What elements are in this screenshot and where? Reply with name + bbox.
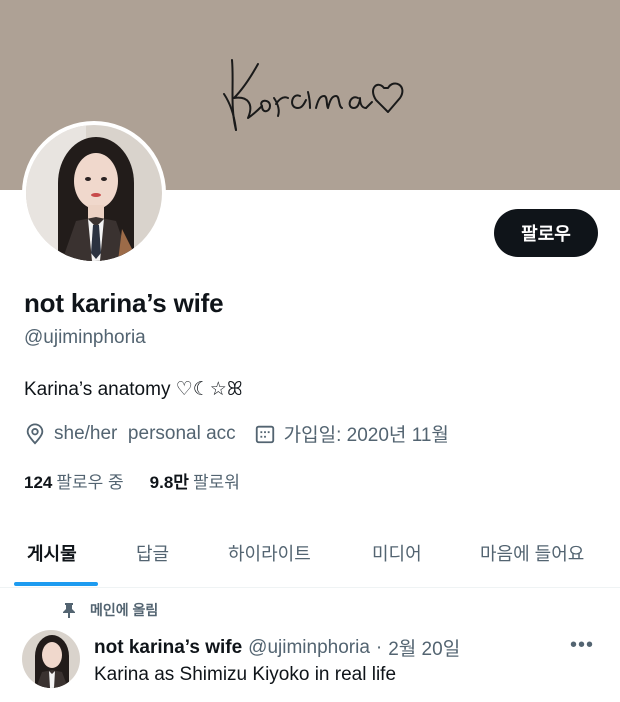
following-count: 124 [24, 473, 53, 492]
profile-avatar[interactable] [22, 121, 166, 265]
tab-likes[interactable]: 마음에 들어요 [480, 540, 584, 566]
profile-display-name: not karina’s wife [24, 288, 224, 318]
profile-meta: she/her personal acc 가입일: 2020년 11월 [24, 420, 449, 447]
calendar-icon [255, 425, 274, 443]
pin-icon [63, 603, 75, 618]
tweet-header: not karina’s wife @ujiminphoria · 2월 20일 [94, 634, 460, 661]
tab-highlights[interactable]: 하이라이트 [228, 540, 311, 566]
tab-media[interactable]: 미디어 [372, 540, 422, 566]
tweet-text: Karina as Shimizu Kiyoko in real life [94, 664, 397, 685]
tab-replies[interactable]: 답글 [136, 540, 169, 566]
followers-link[interactable]: 9.8만 팔로워 [150, 468, 240, 493]
follow-button[interactable]: 팔로우 [494, 209, 598, 257]
profile-stats: 124 팔로우 중 9.8만 팔로워 [24, 468, 240, 493]
location-text: she/her personal acc [54, 422, 236, 444]
joined-text: 가입일: 2020년 11월 [283, 425, 449, 446]
avatar-photo [26, 125, 162, 261]
pinned-label: 메인에 올림 [90, 602, 159, 618]
followers-label: 팔로워 [192, 473, 240, 492]
tweet-author-name[interactable]: not karina’s wife [94, 637, 242, 659]
tweet-date[interactable]: 2월 20일 [388, 634, 460, 661]
active-tab-indicator [14, 582, 98, 586]
following-link[interactable]: 124 팔로우 중 [24, 468, 124, 493]
profile-location: she/her personal acc [24, 423, 236, 445]
profile-handle: @ujiminphoria [24, 327, 146, 348]
profile-tabs: 게시물 답글 하이라이트 미디어 마음에 들어요 [0, 520, 620, 588]
tweet-author-handle[interactable]: @ujiminphoria [248, 637, 370, 659]
profile-joined: 가입일: 2020년 11월 [254, 420, 449, 447]
tweet-avatar-photo [22, 630, 80, 688]
followers-count: 9.8만 [149, 473, 189, 492]
signature-karina-logo [223, 59, 404, 131]
more-options-icon[interactable]: ••• [570, 634, 594, 657]
tab-posts[interactable]: 게시물 [27, 540, 77, 566]
location-pin-icon [26, 423, 44, 444]
tweet-separator: · [375, 636, 383, 658]
profile-bio: Karina’s anatomy ♡☾☆ꕤ [24, 379, 243, 400]
tweet-author-avatar[interactable] [22, 630, 80, 688]
following-label: 팔로우 중 [56, 473, 124, 492]
pinned-indicator: 메인에 올림 [62, 600, 158, 620]
